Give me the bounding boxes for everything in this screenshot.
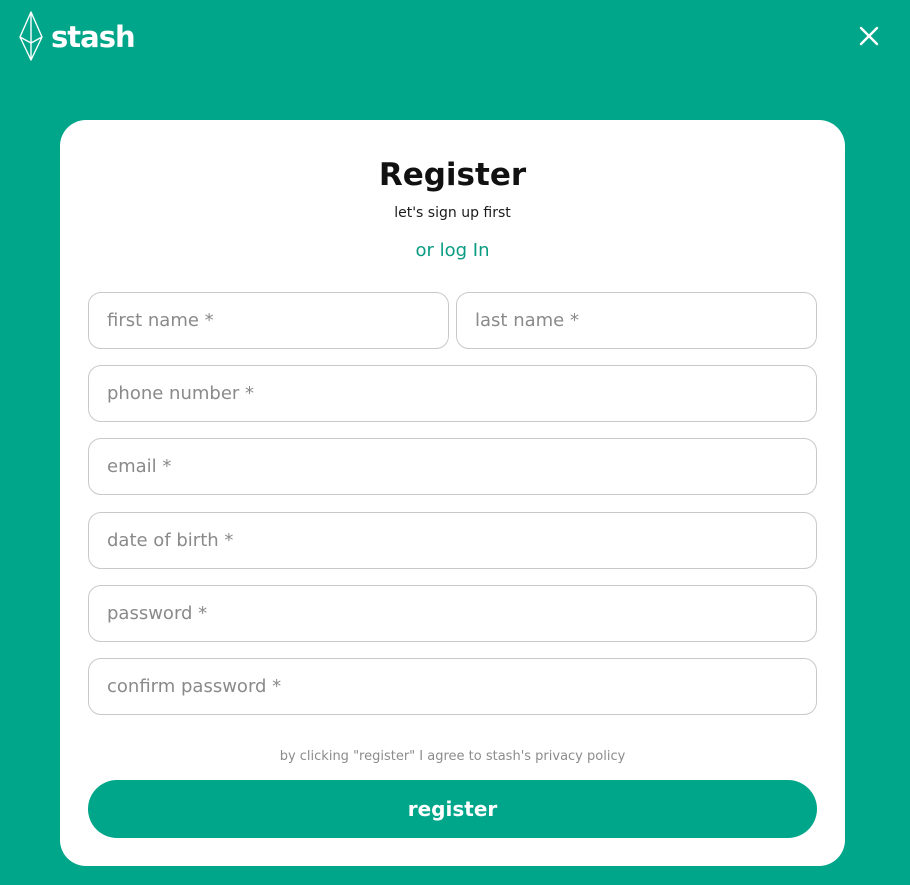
top-bar: stash [0, 0, 910, 80]
logo-text: stash [51, 19, 136, 54]
register-card: Register let's sign up first or log In b… [60, 120, 845, 866]
login-link[interactable]: or log In [60, 238, 845, 264]
register-button[interactable]: register [88, 780, 817, 838]
close-button[interactable] [857, 24, 881, 48]
diamond-outline-icon [19, 11, 43, 61]
close-icon [859, 26, 879, 46]
logo[interactable]: stash [18, 11, 136, 61]
first-name-field[interactable] [88, 292, 449, 349]
phone-number-field[interactable] [88, 365, 817, 422]
password-field[interactable] [88, 585, 817, 642]
privacy-notice: by clicking "register" I agree to stash'… [279, 749, 626, 764]
page-subtitle: let's sign up first [394, 205, 511, 221]
email-field[interactable] [88, 438, 817, 495]
confirm-password-field[interactable] [88, 658, 817, 715]
page-title: Register [378, 157, 527, 193]
last-name-field[interactable] [456, 292, 817, 349]
date-of-birth-field[interactable] [88, 512, 817, 569]
